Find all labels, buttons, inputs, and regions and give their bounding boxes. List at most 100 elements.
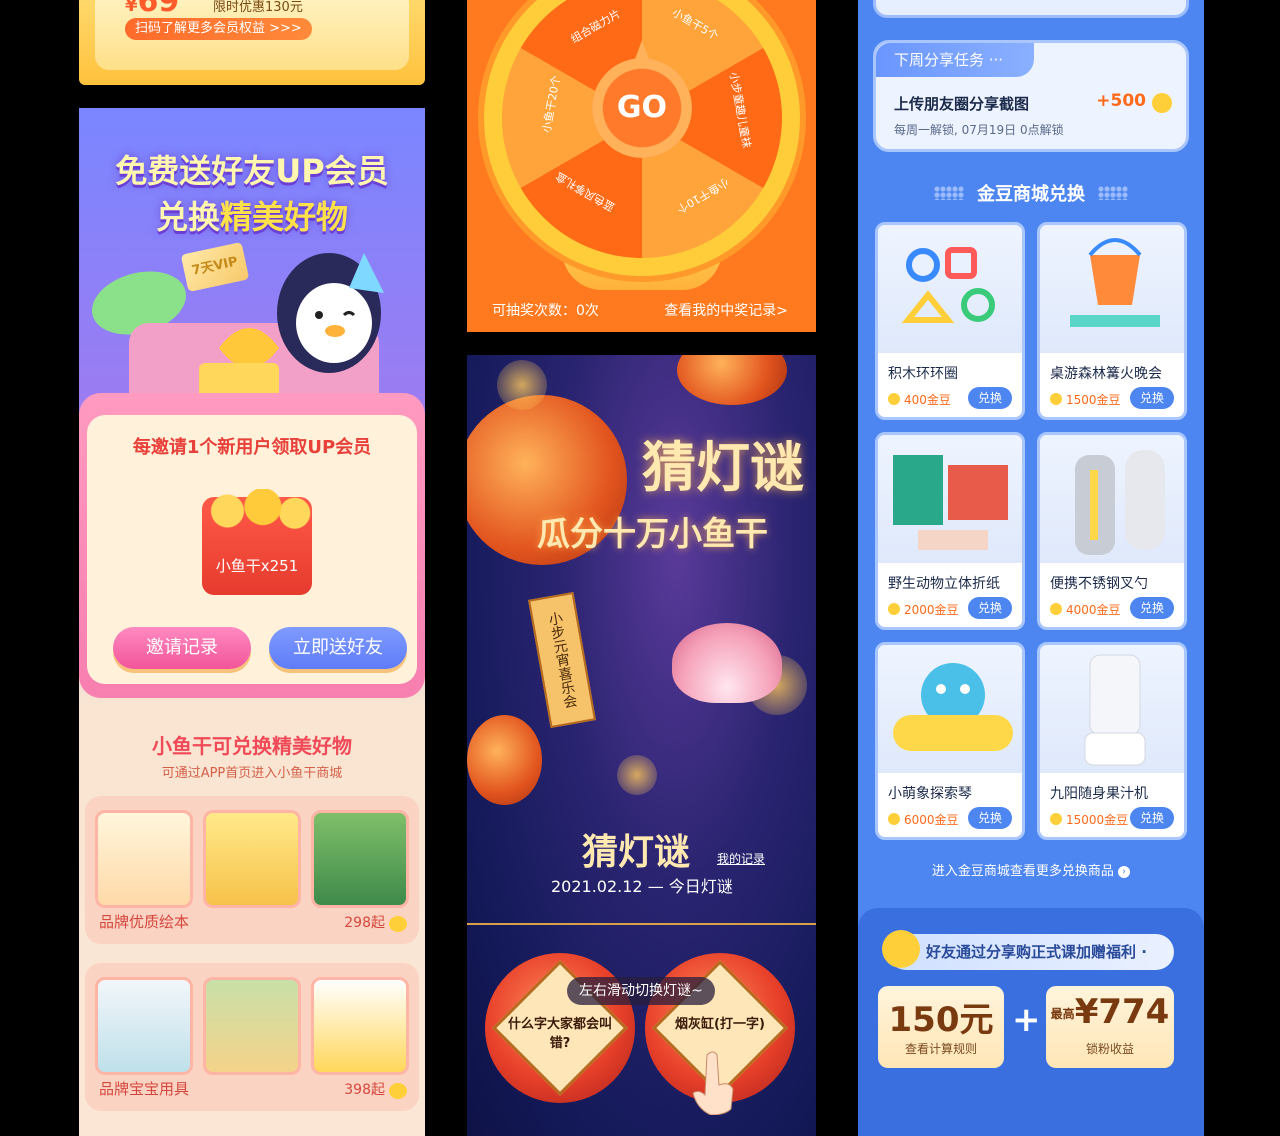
lotus-lantern <box>672 623 782 703</box>
share-task-card: 下周分享任务 ··· 上传朋友圈分享截图 +500 每周一解锁, 07月19日 … <box>873 40 1189 152</box>
baby-item-thumb <box>203 977 301 1075</box>
decor-dots <box>1098 186 1128 200</box>
mall-title: 金豆商城兑换 <box>977 184 1085 205</box>
goods-group-books[interactable]: 品牌优质绘本 298起 <box>85 796 419 944</box>
bonus-left-value: 150元 <box>888 1000 994 1040</box>
bonus-card-left: 150元 查看计算规则 <box>878 986 1004 1068</box>
send-to-friend-button[interactable]: 立即送好友 <box>269 627 407 669</box>
gold-bean-icon <box>888 603 900 615</box>
megaphone-icon <box>882 930 920 968</box>
membership-benefits-button[interactable]: 扫码了解更多会员权益 >>> <box>125 18 312 40</box>
lantern-rope <box>467 923 816 925</box>
product-name: 桌游森林篝火晚会 <box>1050 366 1162 382</box>
invite-friends-page: 免费送好友UP会员 兑换精美好物 7天VIP 每邀请1个新用户领取UP会员 小鱼… <box>79 108 425 1136</box>
lantern-riddle-panel: 猜灯谜 瓜分十万小鱼干 小步元宵喜乐会 猜灯谜 我的记录 2021.02.12 … <box>467 355 816 1136</box>
bonus-card-right: 最高¥774 锁粉收益 <box>1046 986 1174 1068</box>
gold-bean-icon <box>888 813 900 825</box>
prize-label: 小步童趣儿童袜 <box>726 71 754 150</box>
hero-title-part-b: 精美好物 <box>220 198 349 236</box>
exchange-button[interactable]: 兑换 <box>1130 387 1174 409</box>
product-price: 4000金豆 <box>1066 603 1121 617</box>
my-records-link[interactable]: 我的记录 <box>717 850 765 867</box>
lucky-wheel-panel: 组合磁力片 小鱼干5个 小鱼干20个 小步童趣儿童袜 小鱼干10个 蓝色风筝礼盒… <box>467 0 816 332</box>
exchange-button[interactable]: 兑换 <box>1130 597 1174 619</box>
product-card[interactable]: 小萌象探索琴 6000金豆 兑换 <box>875 642 1025 840</box>
product-card[interactable]: 积木环环圈 400金豆 兑换 <box>875 222 1025 420</box>
penguin-gift-illustration <box>91 253 384 413</box>
membership-promo-banner: ¥69 限时优惠130元 扫码了解更多会员权益 >>> <box>79 0 425 85</box>
gold-bean-icon <box>888 393 900 405</box>
bonus-right-label: 锁粉收益 <box>1085 1042 1134 1056</box>
exchange-button[interactable]: 兑换 <box>1130 807 1174 829</box>
baby-item-thumb <box>311 977 409 1075</box>
more-products-label: 进入金豆商城查看更多兑换商品 <box>931 864 1114 879</box>
bokeh-light <box>497 360 547 410</box>
product-price: 400金豆 <box>904 393 951 407</box>
share-bonus-section: 好友通过分享购正式课加赠福利 · 150元 查看计算规则 + 最高¥774 锁粉… <box>858 908 1204 1136</box>
lantern-subtitle: 瓜分十万小鱼干 <box>537 514 768 553</box>
product-card[interactable]: 野生动物立体折纸 2000金豆 兑换 <box>875 432 1025 630</box>
invite-panel: 每邀请1个新用户领取UP会员 小鱼干x251 邀请记录 立即送好友 <box>79 393 425 698</box>
exchange-button[interactable]: 兑换 <box>968 807 1012 829</box>
reward-label: 小鱼干x251 <box>215 557 299 575</box>
exchange-section-subtitle: 可通过APP首页进入小鱼干商城 <box>161 766 343 781</box>
gold-bean-icon <box>1050 603 1062 615</box>
plus-sign: + <box>1012 1000 1041 1040</box>
promo-text: 限时优惠130元 <box>213 0 303 15</box>
product-name: 野生动物立体折纸 <box>888 576 1000 592</box>
gold-bean-icon <box>1050 813 1062 825</box>
coins-icon <box>198 489 316 533</box>
calc-rules-link[interactable]: 查看计算规则 <box>878 1040 1004 1057</box>
top-card-edge <box>873 0 1189 18</box>
riddle-lantern-left[interactable]: 什么字大家都会叫错? <box>485 953 635 1103</box>
goods-group-baby[interactable]: 品牌宝宝用具 398起 <box>85 963 419 1111</box>
promo-card: ¥69 限时优惠130元 扫码了解更多会员权益 >>> <box>95 0 409 70</box>
task-name: 上传朋友圈分享截图 <box>894 95 1030 113</box>
exchange-button[interactable]: 兑换 <box>968 387 1012 409</box>
riddle-text: 什么字大家都会叫错? <box>507 1017 612 1051</box>
fish-coin-icon <box>389 916 407 932</box>
prize-label: 小鱼干5个 <box>669 6 721 43</box>
bonus-right-prefix: 最高 <box>1050 1007 1075 1021</box>
product-card[interactable]: 九阳随身果汁机 15000金豆 兑换 <box>1037 642 1187 840</box>
price-value: 69 <box>137 0 180 19</box>
hero-title-line2: 兑换精美好物 <box>79 192 425 238</box>
prize-records-link[interactable]: 查看我的中奖记录> <box>664 300 788 320</box>
exchange-section-title: 小鱼干可兑换精美好物 <box>152 734 352 758</box>
product-price: 15000金豆 <box>1066 813 1129 827</box>
price-symbol: ¥ <box>125 0 138 16</box>
swipe-hand-icon <box>692 1051 734 1115</box>
riddle-text: 烟灰缸(打一字) <box>675 1017 765 1032</box>
product-image <box>878 645 1022 773</box>
invite-records-button[interactable]: 邀请记录 <box>113 627 251 669</box>
arrow-right-icon: › <box>1118 865 1131 878</box>
baby-item-thumb <box>95 977 193 1075</box>
gold-bean-page: 下周分享任务 ··· 上传朋友圈分享截图 +500 每周一解锁, 07月19日 … <box>858 0 1204 1136</box>
product-price: 1500金豆 <box>1066 393 1121 407</box>
task-bonus: +500 <box>1096 91 1146 111</box>
more-products-link[interactable]: 进入金豆商城查看更多兑换商品 › <box>858 860 1204 879</box>
invite-title: 每邀请1个新用户领取UP会员 <box>132 437 372 458</box>
invite-panel-inner: 每邀请1个新用户领取UP会员 小鱼干x251 邀请记录 立即送好友 <box>87 415 417 684</box>
prize-label: 小鱼干10个 <box>674 175 732 216</box>
riddle-section-title: 猜灯谜 <box>582 831 691 873</box>
reward-red-packet: 小鱼干x251 <box>198 489 316 595</box>
goods-group-price: 298起 <box>344 915 385 931</box>
wheel-go-button[interactable]: GO <box>592 40 692 158</box>
task-unlock-note: 每周一解锁, 07月19日 0点解锁 <box>894 123 1064 137</box>
penguin-face <box>296 283 372 363</box>
draw-count: 可抽奖次数：0次 <box>492 303 599 319</box>
bonus-title-text: 好友通过分享购正式课加赠福利 · <box>926 943 1147 961</box>
product-card[interactable]: 桌游森林篝火晚会 1500金豆 兑换 <box>1037 222 1187 420</box>
product-card[interactable]: 便携不锈钢叉勺 4000金豆 兑换 <box>1037 432 1187 630</box>
lantern-illustration <box>677 355 787 405</box>
goods-group-price: 398起 <box>344 1082 385 1098</box>
product-image <box>1040 225 1184 353</box>
prize-label: 小鱼干20个 <box>540 74 563 134</box>
hero-title-part-a: 兑换 <box>155 198 220 236</box>
hero-title-line1: 免费送好友UP会员 <box>115 152 389 190</box>
exchange-button[interactable]: 兑换 <box>968 597 1012 619</box>
gold-bean-icon <box>1152 93 1172 113</box>
product-image <box>1040 435 1184 563</box>
gold-bean-icon <box>1050 393 1062 405</box>
